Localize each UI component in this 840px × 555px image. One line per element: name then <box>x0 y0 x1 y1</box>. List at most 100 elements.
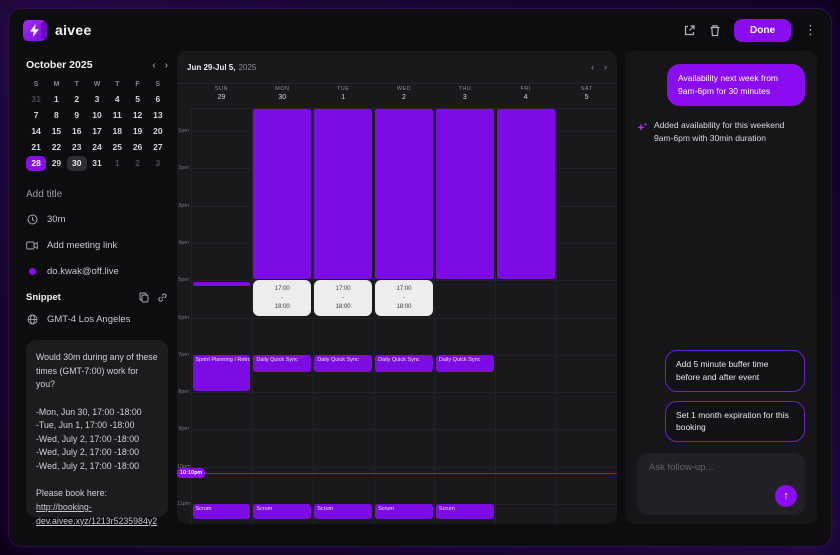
mini-calendar-day[interactable]: 2 <box>67 92 87 107</box>
day-name: SUN <box>191 86 252 92</box>
mini-calendar-day[interactable]: 4 <box>107 92 127 107</box>
kebab-menu-icon[interactable]: ⋮ <box>804 22 817 38</box>
done-button[interactable]: Done <box>734 19 791 42</box>
mini-calendar-day[interactable]: 1 <box>107 156 127 171</box>
mini-calendar-day[interactable]: 11 <box>107 108 127 123</box>
calendar-event[interactable]: Sprint Planning / Retrospective <box>193 355 251 391</box>
mini-calendar-day[interactable]: 27 <box>148 140 168 155</box>
hour-gridline <box>191 429 617 430</box>
assistant-panel: Availability next week from 9am-6pm for … <box>625 51 817 524</box>
day-number: 3 <box>434 94 495 101</box>
availability-block[interactable] <box>314 109 372 279</box>
mini-calendar-day[interactable]: 29 <box>46 156 66 171</box>
hour-label: 11pm <box>177 501 189 507</box>
booking-link[interactable]: http://booking-dev.aivee.xyz/1213r523598… <box>36 501 158 528</box>
organizer-row[interactable]: do.kwak@off.live <box>26 266 168 277</box>
mini-calendar-day[interactable]: 14 <box>26 124 46 139</box>
calendar-event[interactable]: Scrum <box>375 504 433 519</box>
mini-calendar-day[interactable]: 19 <box>127 124 147 139</box>
hour-label: 7pm <box>177 352 189 358</box>
availability-block[interactable] <box>253 109 311 279</box>
availability-block[interactable] <box>436 109 494 279</box>
topbar-actions: Done ⋮ <box>683 19 817 42</box>
calendar-event[interactable]: Scrum <box>193 504 251 519</box>
mini-calendar-day[interactable]: 3 <box>87 92 107 107</box>
mini-calendar-day[interactable]: 25 <box>107 140 127 155</box>
mini-calendar-day[interactable]: 7 <box>26 108 46 123</box>
mini-calendar-day[interactable]: 13 <box>148 108 168 123</box>
mini-calendar-day[interactable]: 18 <box>107 124 127 139</box>
mini-calendar-day[interactable]: 10 <box>87 108 107 123</box>
mini-calendar-day[interactable]: 21 <box>26 140 46 155</box>
mini-calendar-day[interactable]: 22 <box>46 140 66 155</box>
mini-calendar-day[interactable]: 8 <box>46 108 66 123</box>
sparkle-icon <box>637 120 648 138</box>
send-button[interactable]: ↑ <box>775 485 797 507</box>
week-calendar-panel: Jun 29-Jul 5,2025 ‹ › SUN29MON30TUE1WED2… <box>177 51 617 524</box>
hour-label: 3pm <box>177 203 189 209</box>
calendar-prev-icon[interactable]: ‹ <box>591 62 594 72</box>
day-gridline <box>191 109 192 524</box>
mini-calendar-day[interactable]: 20 <box>148 124 168 139</box>
video-camera-icon <box>26 241 38 250</box>
hour-gridline <box>191 392 617 393</box>
mini-calendar-weekday: M <box>46 78 66 91</box>
availability-block[interactable] <box>497 109 555 279</box>
mini-calendar-day[interactable]: 16 <box>67 124 87 139</box>
mini-calendar-day[interactable]: 2 <box>127 156 147 171</box>
mini-slot[interactable] <box>193 282 251 286</box>
calendar-event[interactable]: Daily Quick Sync <box>314 355 372 372</box>
mini-calendar-day[interactable]: 5 <box>127 92 147 107</box>
busy-slot-card[interactable]: 17:00-18:00 <box>314 280 372 316</box>
hour-label: 2pm <box>177 165 189 171</box>
availability-block[interactable] <box>375 109 433 279</box>
share-icon[interactable] <box>683 24 696 37</box>
mini-calendar-day[interactable]: 3 <box>148 156 168 171</box>
mini-calendar-day[interactable]: 23 <box>67 140 87 155</box>
mini-calendar-day[interactable]: 1 <box>46 92 66 107</box>
followup-input[interactable] <box>647 461 795 474</box>
hour-gridline <box>191 467 617 468</box>
mini-calendar-prev-icon[interactable]: ‹ <box>152 60 155 71</box>
mini-calendar-day[interactable]: 6 <box>148 92 168 107</box>
ai-message-text: Added availability for this weekend 9am-… <box>654 119 805 145</box>
mini-calendar-day[interactable]: 31 <box>87 156 107 171</box>
calendar-event[interactable]: Daily Quick Sync <box>436 355 494 372</box>
meeting-link-row[interactable]: Add meeting link <box>26 240 168 251</box>
calendar-event[interactable]: Daily Quick Sync <box>375 355 433 372</box>
mini-calendar-day[interactable]: 26 <box>127 140 147 155</box>
day-header: MON30 <box>252 83 313 108</box>
mini-calendar-day[interactable]: 9 <box>67 108 87 123</box>
busy-slot-card[interactable]: 17:00-18:00 <box>253 280 311 316</box>
busy-slot-time: 18:00 <box>336 304 351 310</box>
clock-icon <box>26 214 38 225</box>
duration-row[interactable]: 30m <box>26 214 168 225</box>
busy-slot-time: - <box>342 295 344 301</box>
mini-calendar-day[interactable]: 31 <box>26 92 46 107</box>
calendar-event[interactable]: Scrum <box>253 504 311 519</box>
busy-slot-card[interactable]: 17:00-18:00 <box>375 280 433 316</box>
mini-calendar-day[interactable]: 12 <box>127 108 147 123</box>
mini-calendar-day[interactable]: 15 <box>46 124 66 139</box>
calendar-next-icon[interactable]: › <box>604 62 607 72</box>
mini-calendar-day[interactable]: 17 <box>87 124 107 139</box>
event-form: Add title 30m Add meeting link do.kwak@o… <box>26 189 168 277</box>
copy-icon[interactable] <box>139 292 149 303</box>
aivee-logo-icon <box>23 20 46 41</box>
mini-calendar-day[interactable]: 30 <box>67 156 87 171</box>
calendar-event[interactable]: Scrum <box>314 504 372 519</box>
trash-icon[interactable] <box>709 24 721 37</box>
calendar-event[interactable]: Scrum <box>436 504 494 519</box>
calendar-color-dot <box>26 268 38 275</box>
mini-calendar-next-icon[interactable]: › <box>165 60 168 71</box>
mini-calendar-day[interactable]: 24 <box>87 140 107 155</box>
mini-calendar-day[interactable]: 28 <box>26 156 46 171</box>
suggestion-chip[interactable]: Set 1 month expiration for this booking <box>665 401 805 443</box>
event-title-input[interactable]: Add title <box>26 189 168 200</box>
timezone-row[interactable]: GMT-4 Los Angeles <box>26 314 168 325</box>
link-icon[interactable] <box>157 292 168 303</box>
suggestion-chip[interactable]: Add 5 minute buffer time before and afte… <box>665 350 805 392</box>
day-name: THU <box>434 86 495 92</box>
busy-slot-time: 18:00 <box>275 304 290 310</box>
calendar-event[interactable]: Daily Quick Sync <box>253 355 311 372</box>
